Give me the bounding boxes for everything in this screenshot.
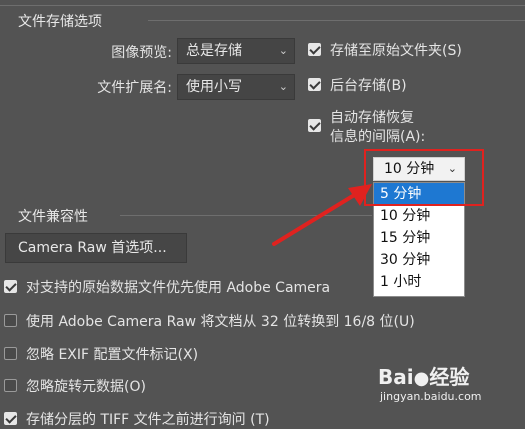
annotation-arrow-icon (272, 184, 372, 246)
camera-raw-preferences-button[interactable]: Camera Raw 首选项... (5, 233, 187, 263)
chevron-down-icon: ⌄ (278, 80, 288, 93)
save-to-original-folder-label: 存储至原始文件夹(S) (330, 43, 462, 59)
file-saving-divider (148, 20, 525, 21)
auto-save-label-line1: 自动存储恢复 (330, 110, 414, 126)
chevron-down-icon: ⌄ (278, 44, 288, 57)
annotation-highlight-box (364, 149, 484, 206)
interval-option-1hour[interactable]: 1 小时 (374, 271, 464, 293)
extension-value: 使用小写 (186, 79, 242, 95)
image-preview-label: 图像预览: (111, 45, 172, 61)
camera-raw-convert-label: 使用 Adobe Camera Raw 将文档从 32 位转换到 16/8 位(… (26, 314, 415, 330)
background-save-label: 后台存储(B) (330, 78, 407, 94)
interval-option-15min[interactable]: 15 分钟 (374, 227, 464, 249)
compatibility-section-title: 文件兼容性 (18, 209, 88, 225)
extension-select[interactable]: 使用小写 ⌄ (177, 74, 295, 100)
watermark-brand-suffix: 经验 (429, 365, 470, 389)
ask-tiff-checkbox[interactable] (4, 412, 17, 425)
save-to-original-folder-checkbox[interactable] (308, 43, 321, 56)
background-save-checkbox[interactable] (308, 78, 321, 91)
ignore-exif-checkbox[interactable] (4, 347, 17, 360)
image-preview-select[interactable]: 总是存储 ⌄ (177, 38, 295, 64)
ignore-exif-label: 忽略 EXIF 配置文件标记(X) (26, 347, 199, 363)
extension-label: 文件扩展名: (97, 80, 172, 96)
camera-raw-convert-checkbox[interactable] (4, 314, 17, 327)
auto-save-label-line2: 信息的间隔(A): (330, 129, 426, 145)
watermark-url: jingyan.baidu.com (380, 390, 482, 403)
watermark-brand: Bai (378, 365, 414, 389)
ask-tiff-label: 存储分层的 TIFF 文件之前进行询问 (T) (26, 412, 270, 428)
ignore-rotation-label: 忽略旋转元数据(O) (26, 379, 146, 395)
prefer-camera-raw-checkbox[interactable] (4, 280, 17, 293)
file-saving-section-title: 文件存储选项 (18, 14, 102, 30)
ignore-rotation-checkbox[interactable] (4, 379, 17, 392)
interval-option-10min[interactable]: 10 分钟 (374, 205, 464, 227)
paw-icon: ● (413, 368, 430, 389)
image-preview-value: 总是存储 (186, 43, 242, 59)
baidu-watermark: Bai●经验 jingyan.baidu.com (378, 366, 482, 403)
interval-option-30min[interactable]: 30 分钟 (374, 249, 464, 271)
prefer-camera-raw-label: 对支持的原始数据文件优先使用 Adobe Camera (26, 280, 331, 296)
top-divider (0, 5, 525, 6)
auto-save-checkbox[interactable] (308, 119, 321, 132)
